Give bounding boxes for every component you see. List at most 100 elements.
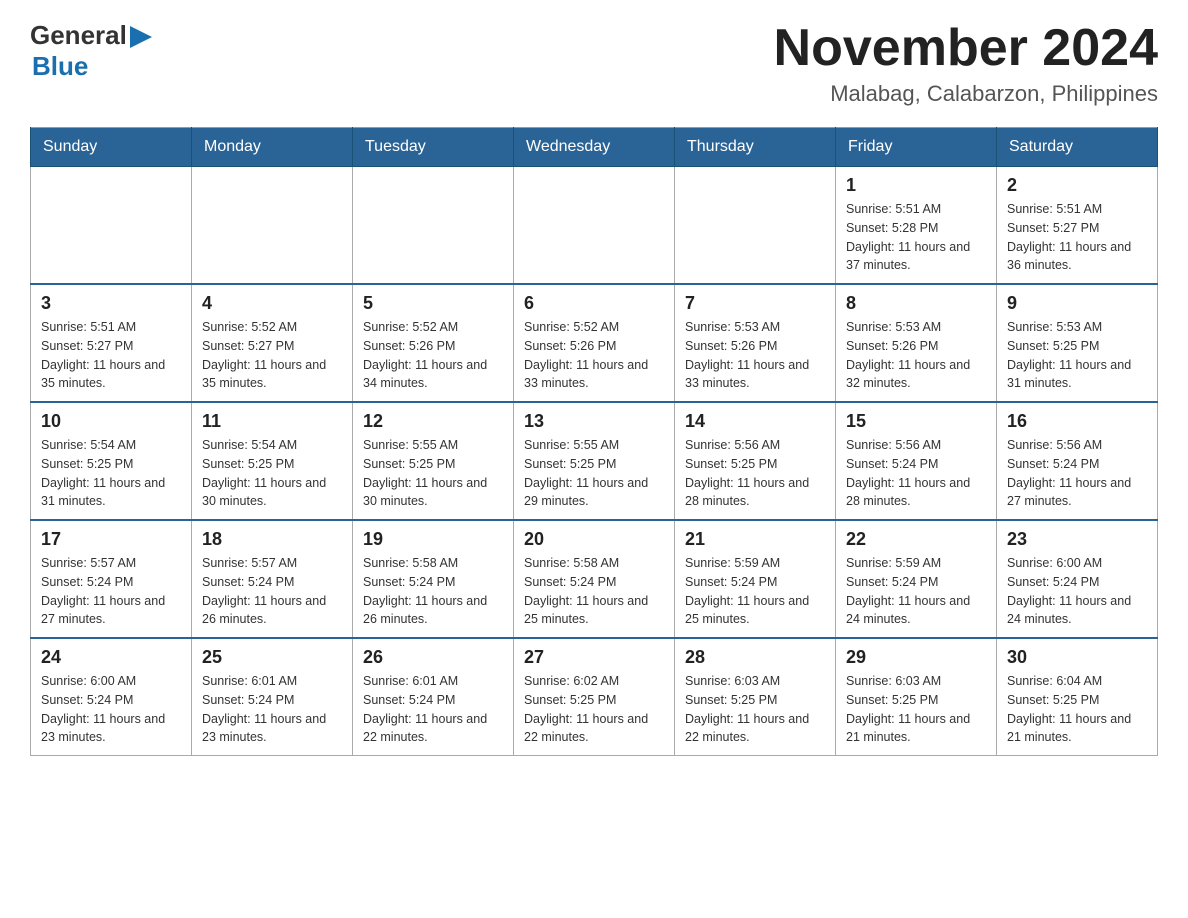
day-info: Sunrise: 5:55 AMSunset: 5:25 PMDaylight:… [524,436,664,511]
day-number: 29 [846,647,986,668]
day-number: 11 [202,411,342,432]
calendar-cell: 22Sunrise: 5:59 AMSunset: 5:24 PMDayligh… [836,520,997,638]
day-number: 4 [202,293,342,314]
day-number: 18 [202,529,342,550]
day-info: Sunrise: 5:54 AMSunset: 5:25 PMDaylight:… [41,436,181,511]
calendar-cell: 27Sunrise: 6:02 AMSunset: 5:25 PMDayligh… [514,638,675,756]
calendar-header-monday: Monday [192,128,353,167]
day-info: Sunrise: 6:02 AMSunset: 5:25 PMDaylight:… [524,672,664,747]
day-info: Sunrise: 5:58 AMSunset: 5:24 PMDaylight:… [524,554,664,629]
calendar-cell: 9Sunrise: 5:53 AMSunset: 5:25 PMDaylight… [997,284,1158,402]
calendar-header-sunday: Sunday [31,128,192,167]
calendar-cell [675,167,836,285]
day-number: 20 [524,529,664,550]
day-number: 6 [524,293,664,314]
day-number: 3 [41,293,181,314]
day-number: 7 [685,293,825,314]
day-info: Sunrise: 5:53 AMSunset: 5:26 PMDaylight:… [685,318,825,393]
calendar-cell [31,167,192,285]
day-number: 22 [846,529,986,550]
day-info: Sunrise: 6:01 AMSunset: 5:24 PMDaylight:… [363,672,503,747]
day-info: Sunrise: 5:57 AMSunset: 5:24 PMDaylight:… [41,554,181,629]
calendar-cell: 3 Sunrise: 5:51 AMSunset: 5:27 PMDaylight… [31,284,192,402]
day-info: Sunrise: 6:01 AMSunset: 5:24 PMDaylight:… [202,672,342,747]
day-number: 12 [363,411,503,432]
calendar-cell: 7 Sunrise: 5:53 AMSunset: 5:26 PMDaylight… [675,284,836,402]
calendar-cell: 2 Sunrise: 5:51 AMSunset: 5:27 PMDaylight… [997,167,1158,285]
day-info: Sunrise: 5:52 AMSunset: 5:26 PMDaylight:… [363,318,503,393]
day-number: 1 [846,175,986,196]
day-number: 25 [202,647,342,668]
calendar-header-thursday: Thursday [675,128,836,167]
calendar-cell: 5 Sunrise: 5:52 AMSunset: 5:26 PMDaylight… [353,284,514,402]
day-info: Sunrise: 6:00 AMSunset: 5:24 PMDaylight:… [41,672,181,747]
calendar-cell: 18 Sunrise: 5:57 AMSunset: 5:24 PMDayligh… [192,520,353,638]
calendar-cell: 20 Sunrise: 5:58 AMSunset: 5:24 PMDayligh… [514,520,675,638]
calendar-week-row: 17 Sunrise: 5:57 AMSunset: 5:24 PMDayligh… [31,520,1158,638]
day-info: Sunrise: 5:51 AMSunset: 5:28 PMDaylight:… [846,200,986,275]
calendar-cell: 19Sunrise: 5:58 AMSunset: 5:24 PMDayligh… [353,520,514,638]
day-number: 14 [685,411,825,432]
calendar-cell: 15Sunrise: 5:56 AMSunset: 5:24 PMDayligh… [836,402,997,520]
day-info: Sunrise: 5:52 AMSunset: 5:26 PMDaylight:… [524,318,664,393]
day-info: Sunrise: 6:04 AMSunset: 5:25 PMDaylight:… [1007,672,1147,747]
calendar-week-row: 10Sunrise: 5:54 AMSunset: 5:25 PMDayligh… [31,402,1158,520]
day-number: 13 [524,411,664,432]
title-section: November 2024 Malabag, Calabarzon, Phili… [774,20,1158,107]
calendar-cell: 21Sunrise: 5:59 AMSunset: 5:24 PMDayligh… [675,520,836,638]
day-number: 26 [363,647,503,668]
calendar-cell: 25 Sunrise: 6:01 AMSunset: 5:24 PMDayligh… [192,638,353,756]
day-info: Sunrise: 5:59 AMSunset: 5:24 PMDaylight:… [685,554,825,629]
day-number: 2 [1007,175,1147,196]
calendar-cell: 11 Sunrise: 5:54 AMSunset: 5:25 PMDayligh… [192,402,353,520]
calendar-header-wednesday: Wednesday [514,128,675,167]
day-info: Sunrise: 6:00 AMSunset: 5:24 PMDaylight:… [1007,554,1147,629]
calendar-cell: 6 Sunrise: 5:52 AMSunset: 5:26 PMDaylight… [514,284,675,402]
calendar-cell: 23 Sunrise: 6:00 AMSunset: 5:24 PMDayligh… [997,520,1158,638]
day-info: Sunrise: 6:03 AMSunset: 5:25 PMDaylight:… [685,672,825,747]
day-number: 5 [363,293,503,314]
day-info: Sunrise: 5:56 AMSunset: 5:24 PMDaylight:… [1007,436,1147,511]
calendar-table: SundayMondayTuesdayWednesdayThursdayFrid… [30,127,1158,756]
location-title: Malabag, Calabarzon, Philippines [774,81,1158,107]
calendar-cell: 16 Sunrise: 5:56 AMSunset: 5:24 PMDayligh… [997,402,1158,520]
day-number: 23 [1007,529,1147,550]
calendar-cell: 17 Sunrise: 5:57 AMSunset: 5:24 PMDayligh… [31,520,192,638]
day-info: Sunrise: 5:57 AMSunset: 5:24 PMDaylight:… [202,554,342,629]
logo-blue-text: Blue [30,51,152,82]
calendar-cell: 28Sunrise: 6:03 AMSunset: 5:25 PMDayligh… [675,638,836,756]
calendar-cell: 10Sunrise: 5:54 AMSunset: 5:25 PMDayligh… [31,402,192,520]
calendar-cell: 13 Sunrise: 5:55 AMSunset: 5:25 PMDayligh… [514,402,675,520]
day-number: 30 [1007,647,1147,668]
logo: General Blue [30,20,152,82]
month-title: November 2024 [774,20,1158,77]
calendar-cell [192,167,353,285]
calendar-cell: 26 Sunrise: 6:01 AMSunset: 5:24 PMDayligh… [353,638,514,756]
day-number: 19 [363,529,503,550]
day-info: Sunrise: 5:51 AMSunset: 5:27 PMDaylight:… [41,318,181,393]
logo-general-text: General [30,20,127,51]
day-info: Sunrise: 5:52 AMSunset: 5:27 PMDaylight:… [202,318,342,393]
day-info: Sunrise: 5:56 AMSunset: 5:24 PMDaylight:… [846,436,986,511]
day-info: Sunrise: 5:53 AMSunset: 5:26 PMDaylight:… [846,318,986,393]
day-info: Sunrise: 5:54 AMSunset: 5:25 PMDaylight:… [202,436,342,511]
day-info: Sunrise: 5:51 AMSunset: 5:27 PMDaylight:… [1007,200,1147,275]
calendar-cell: 4 Sunrise: 5:52 AMSunset: 5:27 PMDaylight… [192,284,353,402]
calendar-cell: 29Sunrise: 6:03 AMSunset: 5:25 PMDayligh… [836,638,997,756]
page-header: General Blue November 2024 Malabag, Cala… [30,20,1158,107]
day-number: 16 [1007,411,1147,432]
calendar-week-row: 24 Sunrise: 6:00 AMSunset: 5:24 PMDayligh… [31,638,1158,756]
day-number: 17 [41,529,181,550]
calendar-cell: 14Sunrise: 5:56 AMSunset: 5:25 PMDayligh… [675,402,836,520]
calendar-cell: 30 Sunrise: 6:04 AMSunset: 5:25 PMDayligh… [997,638,1158,756]
calendar-header-tuesday: Tuesday [353,128,514,167]
calendar-header-row: SundayMondayTuesdayWednesdayThursdayFrid… [31,128,1158,167]
day-number: 24 [41,647,181,668]
calendar-cell [353,167,514,285]
day-number: 8 [846,293,986,314]
logo-triangle-icon [130,26,152,48]
calendar-header-friday: Friday [836,128,997,167]
calendar-cell: 24 Sunrise: 6:00 AMSunset: 5:24 PMDayligh… [31,638,192,756]
calendar-cell: 1 Sunrise: 5:51 AMSunset: 5:28 PMDaylight… [836,167,997,285]
day-number: 9 [1007,293,1147,314]
